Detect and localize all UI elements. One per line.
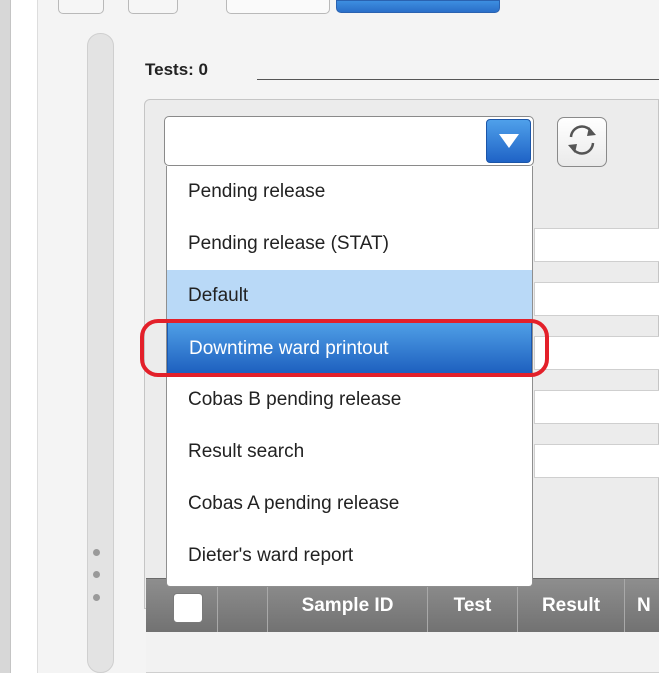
refresh-icon [564,122,600,163]
tests-count-title: Tests: 0 [145,60,208,80]
tests-count: 0 [198,60,209,79]
toolbar-button[interactable] [128,0,178,14]
panel-row [534,282,659,316]
dropdown-toggle-button[interactable] [486,119,531,163]
menu-item-default[interactable]: Default [167,270,532,322]
menu-item-result-search[interactable]: Result search [167,426,532,478]
menu-item-pending-release-stat[interactable]: Pending release (STAT) [167,218,532,270]
grip-dot [93,594,100,601]
menu-item-cobas-a-pending-release[interactable]: Cobas A pending release [167,478,532,530]
toolbar-button[interactable] [226,0,330,14]
toolbar-button[interactable] [58,0,104,14]
title-divider [257,79,659,80]
panel-row [534,228,659,262]
left-strip [11,0,37,673]
tests-label: Tests: [145,60,194,79]
grip-dot [93,571,100,578]
menu-item-downtime-ward-printout[interactable]: Downtime ward printout [167,322,532,374]
panel-row [534,444,659,478]
filter-dropdown-menu: Pending release Pending release (STAT) D… [166,166,533,587]
menu-item-pending-release[interactable]: Pending release [167,166,532,218]
panel-row [534,336,659,370]
column-header-sample-id[interactable]: Sample ID [267,579,427,633]
panel-row [534,390,659,424]
column-header-n[interactable]: N [624,579,659,633]
grip-dot [93,549,100,556]
toolbar-button-active[interactable] [336,0,500,13]
column-header-blank [217,579,267,633]
results-table-body [146,632,659,673]
column-header-result[interactable]: Result [517,579,624,633]
refresh-button[interactable] [557,117,607,167]
filter-dropdown[interactable] [164,116,534,166]
column-header-test[interactable]: Test [427,579,517,633]
select-all-checkbox[interactable] [173,593,203,623]
menu-item-cobas-b-pending-release[interactable]: Cobas B pending release [167,374,532,426]
sidebar-collapse-handle[interactable] [87,33,114,673]
window-left-edge [0,0,11,673]
chevron-down-icon [498,133,520,149]
menu-item-dieters-ward-report[interactable]: Dieter's ward report [167,530,532,582]
